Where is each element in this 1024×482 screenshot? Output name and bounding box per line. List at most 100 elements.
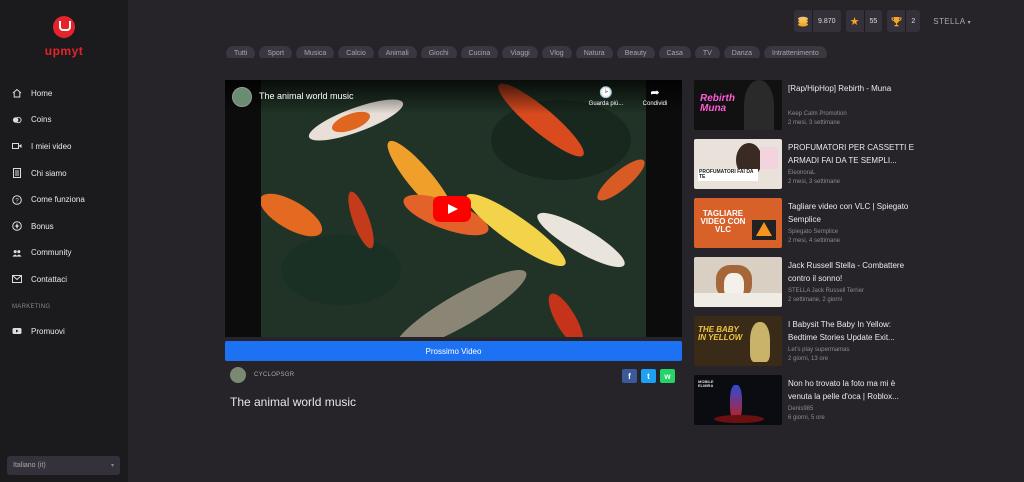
related-video-channel: EleonoraL bbox=[788, 170, 816, 176]
section-label-marketing: MARKETING bbox=[12, 304, 51, 310]
related-video[interactable]: MOBILE ELMIRA Non ho trovato la foto ma … bbox=[694, 375, 924, 434]
chip-tv[interactable]: TV bbox=[694, 46, 720, 58]
stars-value: 55 bbox=[863, 10, 883, 32]
logo-text: upmyt bbox=[44, 44, 84, 58]
related-video-date: 2 mesi, 3 settimane bbox=[788, 120, 841, 126]
help-icon: ? bbox=[12, 194, 22, 205]
twitter-share-button[interactable]: t bbox=[641, 369, 656, 383]
related-video[interactable]: PROFUMATORI FAI DA TE PROFUMATORI PER CA… bbox=[694, 139, 924, 198]
sidebar-item-how-it-works[interactable]: ? Come funziona bbox=[0, 186, 128, 213]
related-video-date: 2 mesi, 4 settimane bbox=[788, 238, 841, 244]
related-video-title: Non ho trovato la foto ma mi è venuta la… bbox=[788, 379, 899, 401]
chip-calcio[interactable]: Calcio bbox=[338, 46, 374, 58]
sidebar-item-home[interactable]: Home bbox=[0, 80, 128, 107]
stars-stat[interactable]: ★ 55 bbox=[845, 10, 883, 32]
chip-tutti[interactable]: Tutti bbox=[226, 46, 256, 58]
video-owner[interactable]: CYCLOPSGR bbox=[230, 367, 294, 383]
thumbnail-text: MOBILE ELMIRA bbox=[698, 379, 714, 388]
video-thumbnail bbox=[694, 257, 782, 307]
chip-giochi[interactable]: Giochi bbox=[420, 46, 457, 58]
related-video[interactable]: THE BABY IN YELLOW I Babysit The Baby In… bbox=[694, 316, 924, 375]
home-icon bbox=[12, 88, 22, 98]
sidebar-item-bonus[interactable]: Bonus bbox=[0, 213, 128, 240]
sidebar-item-label: Community bbox=[31, 248, 72, 258]
sidebar-item-label: Bonus bbox=[31, 221, 54, 231]
video-thumbnail: THE BABY IN YELLOW bbox=[694, 316, 782, 366]
chip-beauty[interactable]: Beauty bbox=[616, 46, 655, 58]
trophies-value: 2 bbox=[905, 10, 920, 32]
user-menu[interactable]: STELLA ▾ bbox=[933, 17, 971, 26]
category-chips: Tutti Sport Musica Calcio Animali Giochi Cucin… bbox=[226, 42, 916, 58]
clock-icon: 🕑 bbox=[599, 87, 613, 99]
sidebar-item-promote[interactable]: Promuovi bbox=[0, 318, 128, 345]
thumbnail-text: PROFUMATORI FAI DA TE bbox=[698, 169, 758, 181]
username: STELLA bbox=[933, 16, 965, 26]
thumbnail-text: THE BABY IN YELLOW bbox=[698, 325, 743, 342]
youtube-icon bbox=[12, 326, 22, 336]
sidebar-item-community[interactable]: Community bbox=[0, 240, 128, 267]
related-video-title: Jack Russell Stella - Combattere contro … bbox=[788, 261, 905, 283]
sidebar-marketing-nav: Promuovi bbox=[0, 318, 128, 345]
coins-value: 9.870 bbox=[812, 10, 841, 32]
sidebar-item-label: Chi siamo bbox=[31, 168, 67, 178]
chip-musica[interactable]: Musica bbox=[296, 46, 335, 58]
sidebar-item-label: Come funziona bbox=[31, 195, 85, 205]
chip-sport[interactable]: Sport bbox=[259, 46, 293, 58]
related-video-title: Tagliare video con VLC | Spiegato Sempli… bbox=[788, 202, 909, 224]
sidebar-item-label: Promuovi bbox=[31, 326, 65, 336]
about-icon bbox=[12, 168, 22, 179]
language-select[interactable]: Italiano (it) ▾ bbox=[7, 456, 120, 475]
sidebar-item-label: Contattaci bbox=[31, 274, 68, 284]
sidebar-item-contact[interactable]: Contattaci bbox=[0, 266, 128, 293]
related-video-date: 2 giorni, 13 ore bbox=[788, 356, 829, 362]
watch-later-label: Guarda più... bbox=[588, 101, 624, 107]
chip-vlog[interactable]: Vlog bbox=[541, 46, 572, 58]
video-player[interactable]: The animal world music 🕑 Guarda più... ➦… bbox=[225, 80, 682, 337]
video-thumbnail: TAGLIARE VIDEO CON VLC bbox=[694, 198, 782, 248]
facebook-share-button[interactable]: f bbox=[622, 369, 637, 383]
chip-animali[interactable]: Animali bbox=[377, 46, 417, 58]
sidebar-item-about[interactable]: Chi siamo bbox=[0, 160, 128, 187]
twitter-icon: t bbox=[647, 371, 650, 381]
chip-cucina[interactable]: Cucina bbox=[460, 46, 499, 58]
sidebar-item-label: I miei video bbox=[31, 141, 72, 151]
chip-danza[interactable]: Danza bbox=[723, 46, 761, 58]
share-button[interactable]: ➦ Condividi bbox=[637, 86, 673, 107]
whatsapp-share-button[interactable]: w bbox=[660, 369, 675, 383]
related-video-title: [Rap/HipHop] Rebirth - Muna bbox=[788, 84, 892, 93]
bonus-icon bbox=[12, 221, 22, 232]
logo[interactable]: upmyt bbox=[40, 16, 88, 66]
video-thumbnail: PROFUMATORI FAI DA TE bbox=[694, 139, 782, 189]
related-video-channel: STELLA Jack Russell Terrier bbox=[788, 288, 864, 294]
play-button[interactable] bbox=[433, 196, 471, 222]
chip-viaggi[interactable]: Viaggi bbox=[502, 46, 538, 58]
player-title[interactable]: The animal world music bbox=[259, 91, 354, 101]
coins-stat[interactable]: 9.870 bbox=[794, 10, 841, 32]
watch-later-button[interactable]: 🕑 Guarda più... bbox=[588, 86, 624, 107]
sidebar-nav: Home Coins I miei video Chi siamo ? Come… bbox=[0, 80, 128, 293]
trophies-stat[interactable]: 2 bbox=[887, 10, 921, 32]
whatsapp-icon: w bbox=[664, 371, 671, 381]
top-stats: 9.870 ★ 55 2 STELLA ▾ bbox=[794, 10, 971, 32]
next-video-button[interactable]: Prossimo Video bbox=[225, 341, 682, 361]
video-icon bbox=[12, 141, 22, 151]
channel-avatar[interactable] bbox=[232, 87, 252, 107]
share-buttons: f t w bbox=[618, 369, 675, 383]
sidebar-item-label: Coins bbox=[31, 115, 52, 125]
sidebar-item-my-videos[interactable]: I miei video bbox=[0, 133, 128, 160]
chip-intrattenimento[interactable]: Intrattenimento bbox=[764, 46, 827, 58]
coins-icon bbox=[12, 115, 22, 125]
chip-natura[interactable]: Natura bbox=[575, 46, 613, 58]
mail-icon bbox=[12, 274, 22, 284]
related-video-date: 2 mesi, 3 settimane bbox=[788, 179, 841, 185]
related-video-channel: Denis985 bbox=[788, 406, 814, 412]
related-video[interactable]: TAGLIARE VIDEO CON VLC Tagliare video co… bbox=[694, 198, 924, 257]
sidebar-item-coins[interactable]: Coins bbox=[0, 107, 128, 134]
coins-stack-icon bbox=[794, 10, 812, 32]
video-title: The animal world music bbox=[230, 395, 357, 409]
related-video[interactable]: Rebirth Muna [Rap/HipHop] Rebirth - Muna… bbox=[694, 80, 924, 139]
trophy-icon bbox=[887, 10, 905, 32]
chevron-down-icon: ▾ bbox=[967, 19, 972, 26]
related-video[interactable]: Jack Russell Stella - Combattere contro … bbox=[694, 257, 924, 316]
chip-casa[interactable]: Casa bbox=[658, 46, 691, 58]
